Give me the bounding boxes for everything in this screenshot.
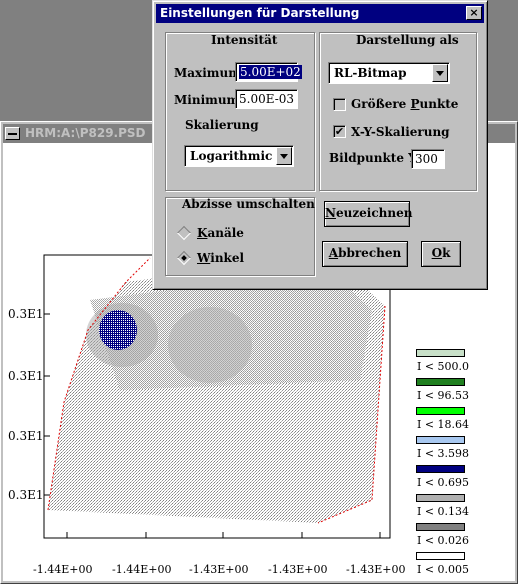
intensity-group <box>165 32 315 191</box>
y-tick-label: 0.3E1 <box>8 307 44 321</box>
legend-label: I < 0.134 <box>417 505 470 518</box>
settings-dialog: Einstellungen für Darstellung × Intensit… <box>152 0 488 290</box>
maximum-value: 5.00E+02 <box>239 65 302 79</box>
close-button[interactable]: × <box>466 6 482 20</box>
intensity-spot-dark <box>99 310 137 350</box>
minimum-label: Minimum <box>174 93 240 107</box>
bigger-points-checkbox[interactable] <box>333 98 346 111</box>
legend-swatch <box>416 378 465 386</box>
angle-label[interactable]: Winkel <box>197 251 244 265</box>
intensity-group-label: Intensität <box>211 33 278 47</box>
legend-swatch <box>416 552 465 560</box>
dialog-titlebar[interactable]: Einstellungen für Darstellung × <box>156 4 484 23</box>
legend-swatch <box>416 407 465 415</box>
legend-swatch <box>416 465 465 473</box>
minimum-field[interactable]: 5.00E-03 <box>235 89 298 109</box>
pixels-y-label: Bildpunkte Y <box>329 151 417 165</box>
abscissa-group-label: Abzisse umschalten <box>182 197 315 211</box>
maximum-field[interactable]: 5.00E+02 <box>235 62 302 82</box>
dialog-title: Einstellungen für Darstellung <box>160 6 360 20</box>
legend-swatch <box>416 523 465 531</box>
display-mode-value: RL-Bitmap <box>334 66 407 80</box>
pixels-y-field[interactable]: 300 <box>411 149 445 169</box>
channels-radio[interactable] <box>178 227 190 239</box>
channels-label[interactable]: Kanäle <box>197 226 244 240</box>
legend-label: I < 3.598 <box>417 447 470 460</box>
x-tick-label: -1.43E+00 <box>189 563 249 576</box>
angle-radio[interactable] <box>178 252 190 264</box>
display-mode-dropdown[interactable]: RL-Bitmap <box>328 62 450 84</box>
cancel-button[interactable]: Abbrechen <box>322 241 408 267</box>
legend-swatch <box>416 349 465 357</box>
x-tick-label: -1.43E+00 <box>346 563 406 576</box>
chevron-down-icon[interactable] <box>432 64 448 82</box>
ok-button[interactable]: Ok <box>421 241 461 267</box>
x-tick-label: -1.44E+00 <box>112 563 172 576</box>
x-tick-label: -1.44E+00 <box>33 563 93 576</box>
legend-label: I < 18.64 <box>417 418 470 431</box>
legend-label: I < 0.695 <box>417 476 470 489</box>
legend-label: I < 96.53 <box>417 389 470 402</box>
legend-label: I < 0.026 <box>417 534 470 547</box>
maximum-label: Maximum <box>174 66 241 80</box>
y-tick-label: 0.3E1 <box>8 488 44 502</box>
bigger-points-label[interactable]: Größere Punkte <box>351 97 458 111</box>
legend-swatch <box>416 494 465 502</box>
y-tick-label: 0.3E1 <box>8 429 44 443</box>
xy-scaling-label[interactable]: X-Y-Skalierung <box>351 125 450 139</box>
legend-swatch <box>416 436 465 444</box>
y-tick-label: 0.3E1 <box>8 369 44 383</box>
intensity-spot-light <box>168 307 252 383</box>
x-tick-label: -1.43E+00 <box>268 563 328 576</box>
chevron-down-icon[interactable] <box>276 147 292 165</box>
legend-label: I < 0.005 <box>417 563 470 576</box>
legend-label: I < 500.0 <box>417 360 470 373</box>
scaling-value: Logarithmic <box>190 149 273 163</box>
redraw-button[interactable]: Neuzeichnen <box>324 201 412 227</box>
display-group <box>319 32 477 191</box>
display-group-label: Darstellung als <box>356 33 459 47</box>
xy-scaling-checkbox[interactable]: ✔ <box>333 125 346 138</box>
scaling-dropdown[interactable]: Logarithmic <box>184 145 294 167</box>
scaling-label: Skalierung <box>185 118 259 132</box>
